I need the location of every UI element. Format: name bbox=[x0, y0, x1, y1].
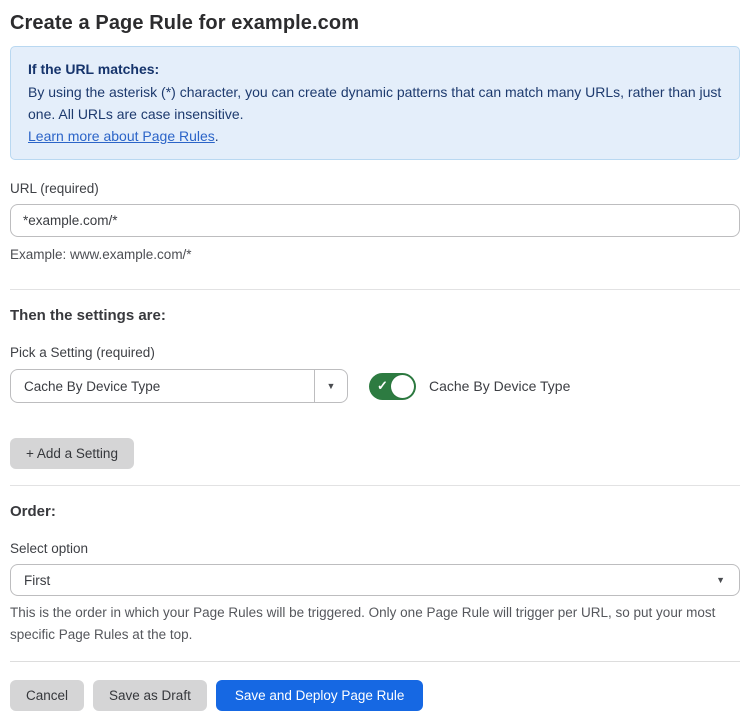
section-divider bbox=[10, 289, 740, 290]
chevron-down-icon: ▼ bbox=[327, 382, 336, 391]
footer-divider bbox=[10, 661, 740, 662]
url-input[interactable] bbox=[10, 204, 740, 237]
setting-select-value: Cache By Device Type bbox=[11, 370, 314, 402]
page-title: Create a Page Rule for example.com bbox=[10, 9, 740, 37]
settings-section-heading: Then the settings are: bbox=[10, 307, 740, 324]
link-suffix: . bbox=[215, 128, 219, 144]
save-and-deploy-button[interactable]: Save and Deploy Page Rule bbox=[216, 680, 424, 711]
url-field-label: URL (required) bbox=[10, 181, 740, 196]
save-as-draft-button[interactable]: Save as Draft bbox=[93, 680, 207, 711]
chevron-down-icon: ▼ bbox=[716, 576, 725, 585]
cancel-button[interactable]: Cancel bbox=[10, 680, 84, 711]
url-example-helper: Example: www.example.com/* bbox=[10, 244, 740, 265]
order-select[interactable]: First ▼ bbox=[10, 564, 740, 596]
setting-picker-label: Pick a Setting (required) bbox=[10, 345, 740, 360]
info-box-body: By using the asterisk (*) character, you… bbox=[28, 81, 722, 125]
order-select-label: Select option bbox=[10, 541, 740, 556]
cache-by-device-type-toggle[interactable]: ✓ bbox=[369, 373, 416, 400]
url-match-info-box: If the URL matches: By using the asteris… bbox=[10, 46, 740, 160]
page-rule-form: Create a Page Rule for example.com If th… bbox=[0, 0, 750, 711]
check-icon: ✓ bbox=[377, 379, 388, 392]
info-box-heading: If the URL matches: bbox=[28, 58, 722, 80]
toggle-label: Cache By Device Type bbox=[429, 378, 570, 394]
order-divider bbox=[10, 485, 740, 486]
footer-actions: Cancel Save as Draft Save and Deploy Pag… bbox=[10, 680, 740, 711]
order-section-heading: Order: bbox=[10, 503, 740, 520]
learn-more-link[interactable]: Learn more about Page Rules bbox=[28, 128, 215, 144]
order-select-value: First bbox=[24, 573, 716, 588]
setting-select-arrow-button[interactable]: ▼ bbox=[314, 370, 347, 402]
order-helper-text: This is the order in which your Page Rul… bbox=[10, 602, 730, 646]
setting-select[interactable]: Cache By Device Type ▼ bbox=[10, 369, 348, 403]
info-box-link-line: Learn more about Page Rules. bbox=[28, 125, 722, 147]
setting-row: Cache By Device Type ▼ ✓ Cache By Device… bbox=[10, 369, 740, 403]
toggle-knob bbox=[391, 375, 414, 398]
add-setting-button[interactable]: + Add a Setting bbox=[10, 438, 134, 469]
